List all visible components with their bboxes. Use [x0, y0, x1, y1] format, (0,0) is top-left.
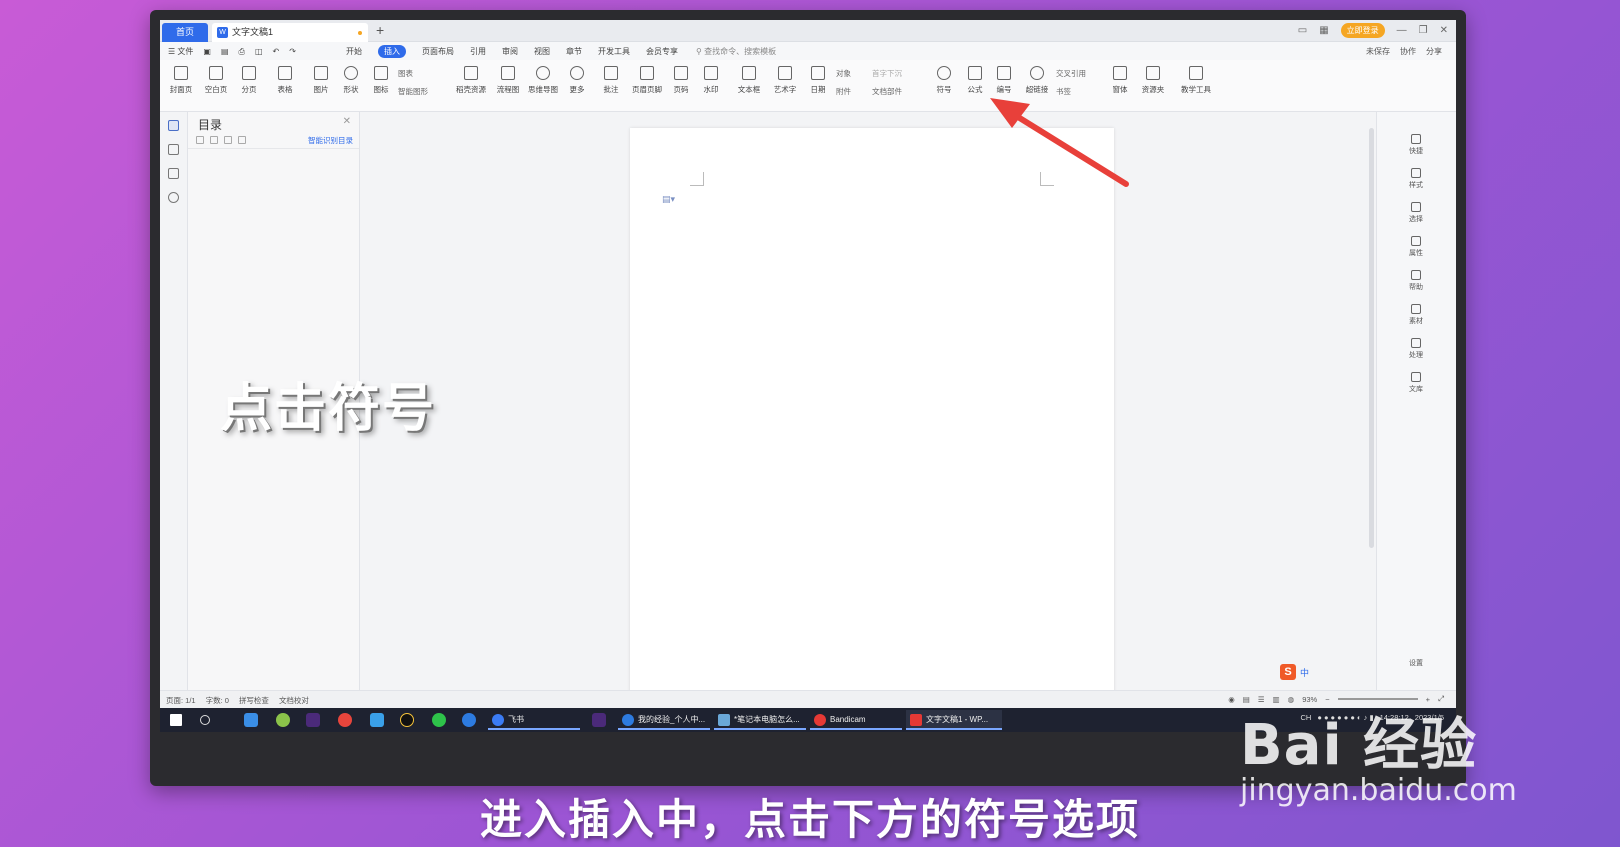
baidu-logo: Bai 经验	[1240, 713, 1478, 778]
arrow-shaft	[1007, 109, 1129, 187]
step-caption: 点击符号	[220, 380, 437, 438]
baidu-watermark: Bai 经验 jingyan.baidu.com	[1240, 700, 1517, 808]
baidu-url: jingyan.baidu.com	[1240, 773, 1517, 808]
